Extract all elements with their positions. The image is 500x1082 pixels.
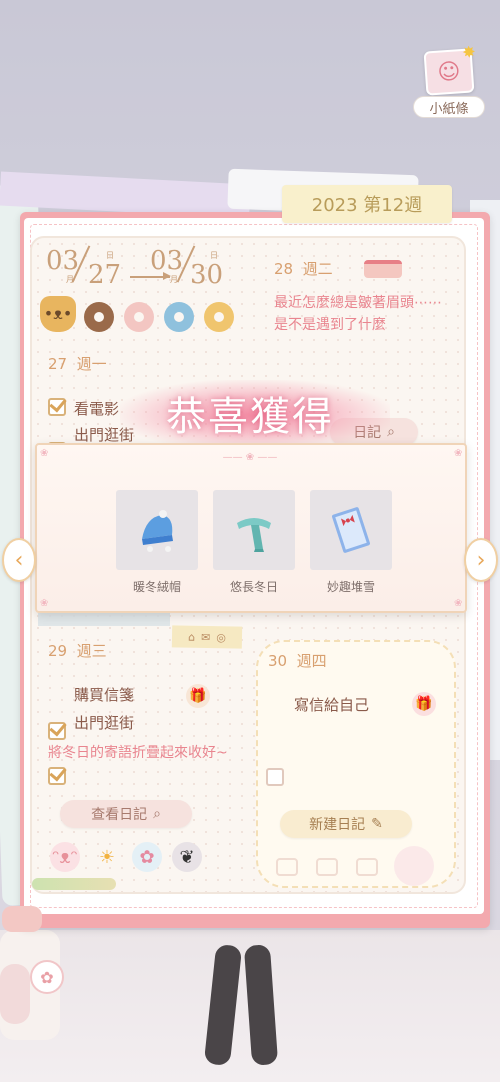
search-icon: ⌕ — [153, 806, 161, 822]
day-30-header: 30 週四 — [268, 652, 327, 670]
todo-checkbox[interactable] — [48, 767, 66, 785]
start-month: 03 — [46, 246, 80, 276]
view-diary-button[interactable]: 查看日記 ⌕ — [60, 800, 192, 828]
new-diary-button[interactable]: 新建日記 ✎ — [280, 810, 412, 838]
gift-icon[interactable]: 🎁 — [186, 684, 210, 708]
donut-icon — [124, 302, 154, 332]
week-tag: 2023 第12週 — [282, 185, 452, 223]
corner-flower-icon: ❀ — [40, 598, 49, 609]
todo-checkbox[interactable] — [266, 768, 284, 786]
corner-flower-icon: ❀ — [40, 448, 49, 459]
end-month: 03 — [150, 246, 184, 276]
reward-item-name: 暖冬絨帽 — [132, 580, 181, 594]
todo-label: 寫信給自己 — [294, 696, 370, 714]
edit-icon: ✎ — [371, 816, 383, 832]
gift-icon[interactable]: 🎁 — [412, 692, 436, 716]
empty-sticker-slot[interactable] — [276, 858, 298, 876]
reward-item-card[interactable] — [116, 490, 198, 570]
rabbit-sticker-icon: ✿ — [132, 842, 162, 872]
todo-label: 購買信箋 — [74, 686, 135, 704]
note-avatar-icon[interactable]: ☺ ✸ — [423, 42, 476, 96]
corner-flower-icon: ❀ — [454, 448, 463, 459]
next-week-arrow-icon[interactable]: › — [464, 538, 498, 582]
start-day: 27 — [88, 260, 122, 290]
donut-icon — [84, 302, 114, 332]
paw-charm-icon: ✿ — [30, 960, 64, 994]
reward-item-card[interactable] — [310, 490, 392, 570]
decorative-tape-small: ⌂ ✉ ◎ — [171, 625, 243, 649]
day-28-header: 28 週二 — [274, 260, 333, 278]
day-27-header: 27 週一 — [48, 355, 107, 373]
reward-item-name: 悠長冬日 — [229, 580, 278, 594]
cake-icon — [364, 260, 402, 278]
range-arrow-icon — [130, 273, 171, 279]
todo-checkbox[interactable] — [48, 398, 66, 416]
sun-sticker-icon: ☀ — [98, 846, 116, 868]
reward-item-card[interactable] — [213, 490, 295, 570]
bunny-sticker-icon: ᵔᴥᵔ — [50, 842, 80, 872]
sun-star-icon: ✸ — [461, 42, 477, 63]
letter-card-icon — [332, 507, 370, 553]
corner-flower-icon: ❀ — [454, 598, 463, 609]
day-28-note: 最近怎麼總是皺著眉頭⋯⋯是不是遇到了什麼 — [274, 295, 442, 333]
day-29-note: 將冬日的寄語折疊起來收好~ — [48, 745, 228, 761]
todo-label: 看電影 — [74, 400, 120, 418]
blue-beanie-icon — [142, 510, 173, 552]
donut-icon — [204, 302, 234, 332]
bat-sticker-icon: ❦ — [172, 842, 202, 872]
bow-decoration — [2, 906, 42, 932]
donut-icon — [164, 302, 194, 332]
teal-scarf-icon — [237, 518, 271, 552]
keychain-strap — [0, 964, 30, 1024]
grass-decoration — [32, 878, 116, 890]
todo-checkbox[interactable] — [48, 722, 66, 740]
end-day: 30 — [190, 260, 224, 290]
empty-sticker-slot[interactable] — [356, 858, 378, 876]
cat-icon: •ᴥ• — [40, 296, 76, 332]
empty-sticker-slot[interactable] — [316, 858, 338, 876]
ornament-divider: —— ❀ —— — [222, 452, 278, 463]
day-29-header: 29 週三 — [48, 642, 107, 660]
reward-title: 恭喜獲得 — [166, 394, 334, 440]
reward-item-name: 妙趣堆雪 — [326, 580, 375, 594]
todo-label: 出門逛街 — [74, 714, 135, 732]
empty-sticker-circle[interactable] — [394, 846, 434, 886]
prev-week-arrow-icon[interactable]: ‹ — [2, 538, 36, 582]
note-button[interactable]: 小紙條 — [413, 96, 485, 118]
